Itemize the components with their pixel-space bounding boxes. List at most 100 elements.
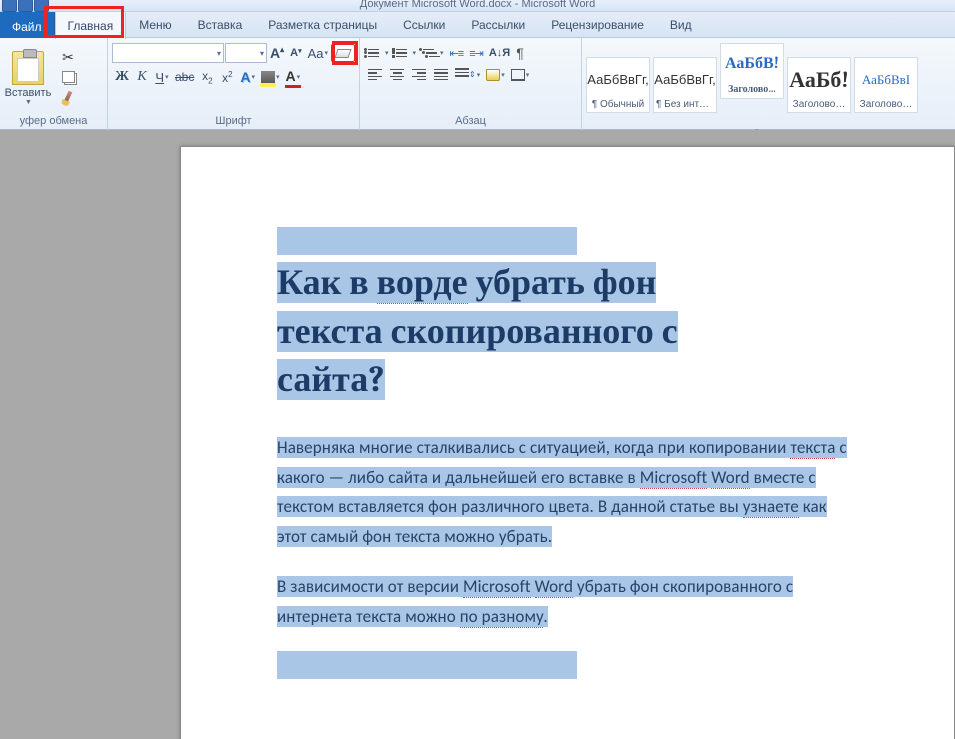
tab-review[interactable]: Рецензирование [538,12,657,37]
multilevel-list-button[interactable]: ▾ [419,44,447,63]
clear-formatting-button[interactable] [331,44,355,62]
borders-icon [511,69,525,81]
text-effects-button[interactable]: A▾ [237,66,258,88]
style-preview: АаБбВвІ [862,60,910,99]
tab-page-layout[interactable]: Разметка страницы [255,12,390,37]
align-right-icon [411,68,427,81]
style-name: ¶ Без инте… [656,99,714,110]
decrease-indent-button[interactable]: ⇤≡ [447,45,467,62]
superscript-icon: x2 [222,70,232,85]
align-center-icon [389,68,405,81]
shrink-font-button[interactable]: A▾ [287,45,304,61]
strikethrough-icon: abc [175,70,194,84]
style-normal[interactable]: АаБбВвГг, ¶ Обычный [586,57,650,113]
ribbon: Вставить ▼ ✂ уфер обмена ▾ ▾ A▴ A▾ Aa▾ Ж [0,38,955,130]
highlight-icon [261,71,275,84]
font-family-combo[interactable]: ▾ [112,43,224,63]
italic-button[interactable]: К [132,66,152,88]
grow-font-button[interactable]: A▴ [267,43,287,63]
numbering-button[interactable]: ▾ [392,44,420,63]
group-font-label: Шрифт [112,114,355,130]
chevron-down-icon: ▾ [251,73,255,81]
font-size-combo[interactable]: ▾ [225,43,267,63]
increase-indent-button[interactable]: ≡⇥ [466,45,486,62]
highlight-color-button[interactable]: ▾ [258,66,283,88]
superscript-button[interactable]: x2 [217,66,237,88]
cut-button[interactable]: ✂ [56,47,80,67]
document-paragraph: В зависимости от версии Microsoft Word у… [277,572,858,632]
document-paragraph: Наверняка многие сталкивались с ситуацие… [277,433,858,552]
bold-icon: Ж [115,69,129,85]
window-title-text: Документ Microsoft Word.docx - Microsoft… [0,0,955,10]
align-center-button[interactable] [386,66,408,83]
heading-text: сайта? [277,359,385,400]
change-case-icon: Aa [308,46,324,61]
tab-references[interactable]: Ссылки [390,12,458,37]
chevron-down-icon: ▾ [526,71,530,79]
paste-button[interactable]: Вставить ▼ [4,49,52,106]
group-clipboard: Вставить ▼ ✂ уфер обмена [0,38,108,130]
strikethrough-button[interactable]: abc [172,66,197,88]
chevron-down-icon: ▾ [325,49,329,57]
bullets-button[interactable]: ▾ [364,44,392,63]
chevron-down-icon: ▾ [260,49,264,58]
chevron-updown-icon: ⇕ [469,70,476,79]
copy-icon [59,69,77,85]
chevron-down-icon: ▼ [25,99,32,106]
heading-text: текста скопированного с [277,311,678,352]
bullets-icon [367,46,384,61]
sort-icon: А↓Я [489,47,510,59]
copy-button[interactable] [56,67,80,87]
chevron-down-icon: ▾ [217,49,221,58]
style-no-spacing[interactable]: АаБбВвГг, ¶ Без инте… [653,57,717,113]
shading-button[interactable]: ▾ [483,67,508,83]
style-heading2[interactable]: АаБб! Заголово… [787,57,851,113]
font-color-button[interactable]: A▾ [283,66,304,88]
style-heading3[interactable]: АаБбВвІ Заголово… [854,57,918,113]
tab-file[interactable]: Файл [0,12,55,38]
tab-menu[interactable]: Меню [126,12,184,37]
chevron-down-icon: ▾ [440,49,444,57]
tab-view[interactable]: Вид [657,12,705,37]
chevron-down-icon: ▾ [297,73,301,81]
sort-button[interactable]: А↓Я [486,45,513,61]
chevron-down-icon: ▾ [385,49,389,57]
format-painter-button[interactable] [56,87,80,107]
text-effects-icon: A [240,69,250,85]
tab-home[interactable]: Главная [55,12,127,39]
underline-button[interactable]: Ч▾ [152,66,172,88]
window-title-bar: Документ Microsoft Word.docx - Microsoft… [0,0,955,12]
document-content[interactable]: Как в ворде убрать фон текста скопирован… [277,227,858,679]
underline-icon: Ч [155,70,164,85]
line-spacing-button[interactable]: ⇕▾ [452,66,483,83]
selected-empty-block [277,651,577,679]
chevron-down-icon: ▾ [413,49,417,57]
tab-insert[interactable]: Вставка [185,12,256,37]
align-left-icon [367,68,383,81]
document-viewport[interactable]: Как в ворде убрать фон текста скопирован… [0,130,955,739]
multilevel-icon [422,46,439,61]
brush-icon [59,89,77,105]
change-case-button[interactable]: Aa▾ [305,44,331,63]
chevron-down-icon: ▾ [165,73,169,81]
page[interactable]: Как в ворде убрать фон текста скопирован… [180,146,955,739]
eraser-icon [334,46,352,60]
bold-button[interactable]: Ж [112,66,132,88]
clipboard-icon [12,51,44,85]
group-styles: АаБбВвГг, ¶ Обычный АаБбВвГг, ¶ Без инте… [582,38,955,130]
show-hide-button[interactable]: ¶ [513,43,527,63]
group-paragraph: ▾ ▾ ▾ ⇤≡ ≡⇥ А↓Я ¶ ⇕▾ ▾ ▾ Абзац [360,38,582,130]
subscript-button[interactable]: x2 [197,66,217,88]
document-heading: Как в ворде убрать фон текста скопирован… [277,259,858,405]
borders-button[interactable]: ▾ [508,67,533,83]
align-right-button[interactable] [408,66,430,83]
increase-indent-icon: ≡⇥ [469,47,483,60]
tab-mailings[interactable]: Рассылки [458,12,538,37]
style-preview: АаБбВвГг, [587,60,648,99]
align-left-button[interactable] [364,66,386,83]
decrease-indent-icon: ⇤≡ [450,47,464,60]
heading-text: Как в ворде убрать фон [277,262,656,303]
font-color-icon: A [286,68,296,86]
style-heading1[interactable]: АаБбВ! Заголово… [720,43,784,99]
justify-button[interactable] [430,66,452,83]
